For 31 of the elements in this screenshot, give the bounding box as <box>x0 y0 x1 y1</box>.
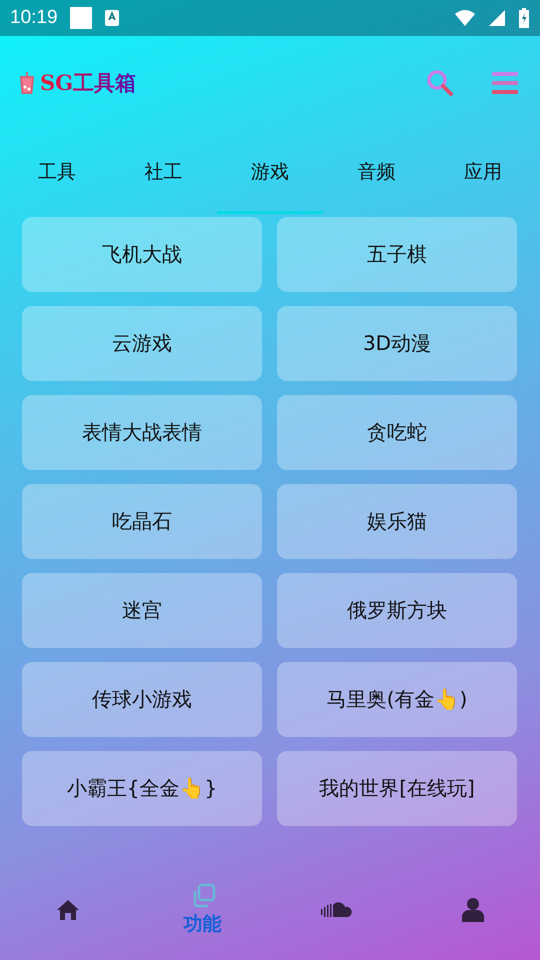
game-button[interactable]: 娱乐猫 <box>277 484 517 559</box>
battery-icon <box>518 8 530 28</box>
tab[interactable]: 应用 <box>430 130 536 214</box>
menu-button[interactable] <box>492 71 518 95</box>
game-button[interactable]: 我的世界[在线玩] <box>277 751 517 826</box>
game-button[interactable]: 俄罗斯方块 <box>277 573 517 648</box>
status-time: 10:19 <box>10 7 58 29</box>
cup-icon <box>20 72 34 94</box>
game-button[interactable]: 小霸王{全金👆} <box>22 751 262 826</box>
person-icon <box>460 897 484 923</box>
tab[interactable]: 游戏 <box>216 130 324 214</box>
game-button[interactable]: 表情大战表情 <box>22 395 262 470</box>
game-button[interactable]: 贪吃蛇 <box>277 395 517 470</box>
home-icon <box>56 899 80 921</box>
game-button[interactable]: 传球小游戏 <box>22 662 262 737</box>
tab[interactable]: 社工 <box>110 130 217 214</box>
tab[interactable]: 工具 <box>4 130 110 214</box>
search-button[interactable] <box>426 69 454 97</box>
notification-icon <box>70 7 92 29</box>
wifi-icon <box>454 9 476 27</box>
game-button[interactable]: 飞机大战 <box>22 217 262 292</box>
game-button[interactable]: 吃晶石 <box>22 484 262 559</box>
keyboard-icon <box>104 9 120 27</box>
game-button[interactable]: 五子棋 <box>277 217 517 292</box>
nav-label: 功能 <box>184 913 222 937</box>
game-button[interactable]: 迷宫 <box>22 573 262 648</box>
tab[interactable]: 音频 <box>323 130 430 214</box>
game-button[interactable]: 云游戏 <box>22 306 262 381</box>
game-button[interactable]: 马里奥(有金👆) <box>277 662 517 737</box>
game-button[interactable]: 3D动漫 <box>277 306 517 381</box>
signal-icon <box>488 9 506 27</box>
